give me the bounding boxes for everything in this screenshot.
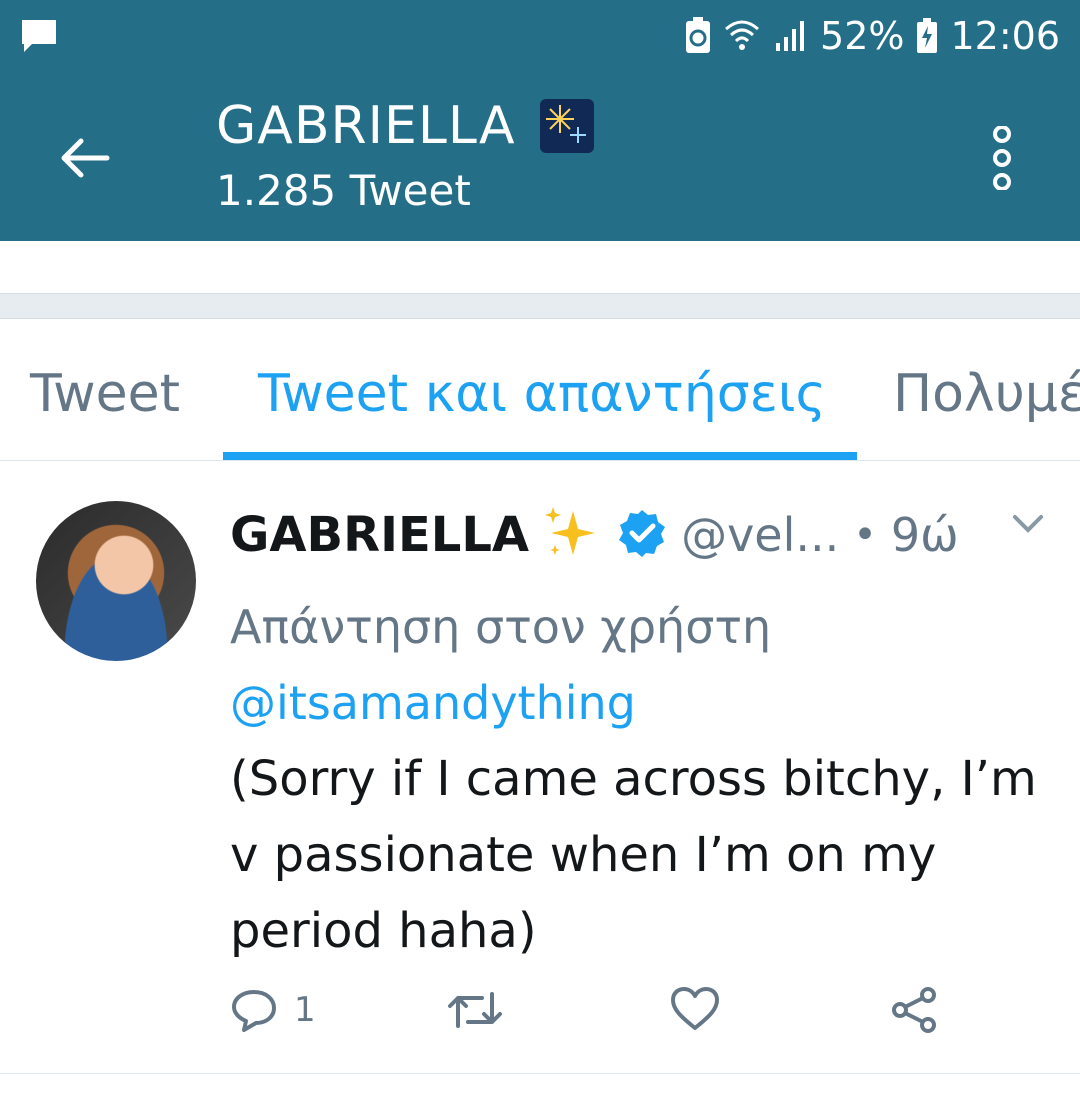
tweet-item[interactable]: GABRIELLA @vel... • 9ώ Απάντηση στον χρή… — [0, 461, 1080, 1074]
avatar[interactable] — [36, 501, 196, 661]
author-name[interactable]: GABRIELLA — [230, 507, 529, 563]
page-title: GABRIELLA — [216, 96, 516, 156]
status-time: 12:06 — [950, 14, 1060, 58]
battery-percent: 52% — [820, 14, 905, 58]
reply-button[interactable]: 1 — [230, 986, 316, 1034]
reply-icon — [232, 990, 276, 1032]
tab-tweets[interactable]: Tweet — [30, 364, 180, 424]
more-options-button[interactable] — [990, 125, 1014, 194]
spacer — [0, 241, 1080, 293]
retweet-button[interactable] — [446, 986, 504, 1034]
like-button[interactable] — [670, 986, 720, 1032]
tweet-time: 9ώ — [890, 508, 959, 562]
tweet-menu-button[interactable] — [1012, 513, 1044, 539]
message-icon — [20, 18, 58, 54]
author-handle[interactable]: @vel... — [681, 508, 839, 562]
reply-mention-link[interactable]: @itsamandything — [230, 676, 636, 730]
share-button[interactable] — [890, 986, 938, 1034]
wifi-icon — [724, 19, 760, 53]
section-divider — [0, 293, 1080, 319]
profile-header-info: GABRIELLA 1.285 Tweet — [216, 96, 594, 215]
signal-icon — [772, 19, 808, 53]
tweet-count: 1.285 Tweet — [216, 166, 471, 215]
reply-context: Απάντηση στον χρήστη @itsamandything — [230, 589, 1030, 741]
battery-icon — [916, 18, 938, 54]
tweet-header: GABRIELLA @vel... • 9ώ — [230, 505, 959, 565]
tab-tweets-and-replies[interactable]: Tweet και απαντήσεις — [258, 364, 826, 424]
recycle-icon — [684, 17, 712, 55]
separator-dot: • — [853, 512, 877, 558]
verified-badge-icon — [617, 508, 667, 562]
share-icon — [892, 987, 936, 1033]
retweet-icon — [448, 992, 502, 1028]
arrow-left-icon — [61, 138, 110, 178]
fireworks-icon — [539, 99, 594, 153]
tweet-text: (Sorry if I came across bitchy, I’m v pa… — [230, 751, 1037, 959]
app-header: 52% 12:06 GABRIELLA 1.285 Tweet — [0, 0, 1080, 241]
profile-tabs: Tweet Tweet και απαντήσεις Πολυμέ — [0, 318, 1080, 461]
tab-media[interactable]: Πολυμέ — [893, 364, 1080, 424]
reply-prefix: Απάντηση στον χρήστη — [230, 600, 772, 654]
chevron-down-icon — [1013, 515, 1043, 533]
active-tab-indicator — [223, 452, 857, 460]
more-vertical-icon — [993, 125, 1011, 191]
status-bar: 52% 12:06 — [0, 0, 1080, 80]
tweet-actions: 1 — [230, 986, 970, 1046]
sparkles-icon — [543, 505, 603, 565]
heart-icon — [671, 987, 719, 1030]
back-button[interactable] — [55, 128, 115, 188]
reply-count: 1 — [294, 990, 316, 1030]
